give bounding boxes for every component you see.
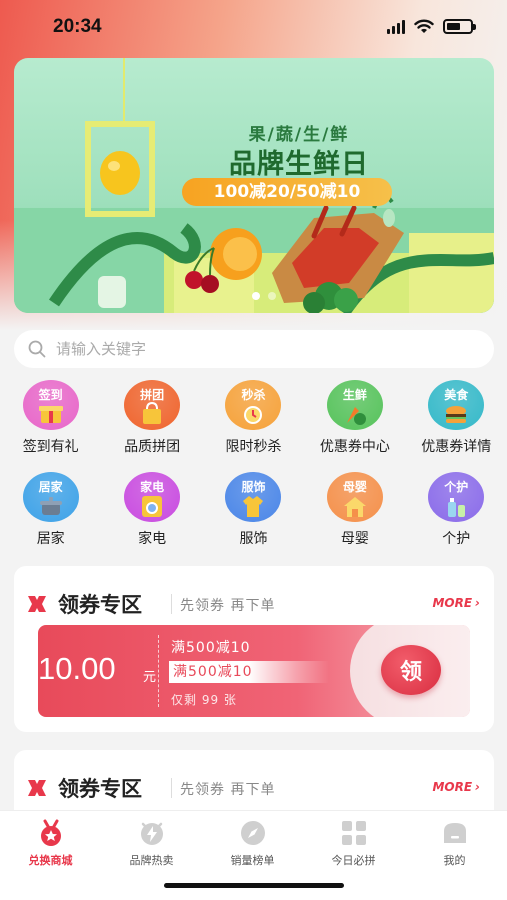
title-divider — [171, 594, 172, 614]
coupon-section-header: 领券专区 先领券 再下单 MORE › — [14, 750, 494, 810]
home-indicator — [164, 883, 344, 888]
coupon-amount: 10.00 — [38, 651, 116, 686]
search-input[interactable] — [56, 340, 456, 358]
shopping-bag-icon: 拼团 — [124, 380, 181, 430]
coupon-unit: 元 — [143, 670, 157, 685]
coupon-section-header: 领券专区 先领券 再下单 MORE › — [14, 566, 494, 626]
chevron-right-icon: › — [475, 780, 480, 794]
section-slogan: 先领券 再下单 — [180, 782, 276, 798]
category-item[interactable]: 签到 签到有礼 — [0, 380, 101, 462]
search-icon — [28, 340, 46, 358]
skincare-bottle-icon: 个护 — [428, 472, 485, 522]
tab-brand-hot[interactable]: 品牌热卖 — [101, 819, 202, 868]
shirt-icon: 服饰 — [225, 472, 282, 522]
baby-home-icon: 母婴 — [326, 472, 383, 522]
category-label: 母婴 — [340, 531, 369, 547]
lightning-badge-icon — [140, 822, 163, 845]
category-item[interactable]: 服饰 服饰 — [203, 472, 304, 554]
category-label: 品质拼团 — [124, 439, 181, 455]
more-label: MORE — [432, 780, 473, 794]
grid-icon — [341, 821, 366, 845]
vegetables-icon: 生鲜 — [326, 380, 383, 430]
section-slogan: 先领券 再下单 — [180, 598, 276, 614]
title-divider — [171, 778, 172, 798]
category-label: 居家 — [36, 531, 65, 547]
coupon-rule: 满500减10 — [171, 640, 251, 656]
category-label: 优惠券中心 — [319, 439, 390, 455]
tab-label: 品牌热卖 — [129, 854, 174, 867]
section-title: 领券专区 — [58, 777, 142, 801]
category-label: 签到有礼 — [22, 439, 79, 455]
category-label: 个护 — [442, 531, 471, 547]
category-grid: 签到 签到有礼 拼团 品质拼团 秒杀 限时秒杀 生鲜 优惠券中心 美食 优惠券详情 居家 居家 家电 家电… — [0, 380, 507, 554]
status-bar: 20:34 — [0, 0, 507, 56]
banner-title: 品牌生鲜日 — [229, 149, 369, 180]
banner-dot[interactable] — [268, 292, 276, 300]
tab-label: 销量榜单 — [230, 854, 275, 867]
category-item[interactable]: 居家 居家 — [0, 472, 101, 554]
coupon-remaining: 仅剩 99 张 — [171, 693, 237, 707]
signal-icon — [387, 19, 405, 34]
profile-card-icon — [443, 823, 466, 843]
coupon-rule-highlight: 满500减10 — [169, 661, 329, 683]
category-item[interactable]: 美食 优惠券详情 — [406, 380, 507, 462]
tab-exchange-mall[interactable]: 兑换商城 — [0, 819, 101, 868]
coupon-section: 领券专区 先领券 再下单 MORE › 10.00 元 满500减10 满500… — [14, 566, 494, 732]
search-bar[interactable] — [14, 330, 494, 368]
more-link[interactable]: MORE › — [432, 780, 480, 794]
cooking-pot-icon: 居家 — [22, 472, 79, 522]
tab-sales-ranking[interactable]: 销量榜单 — [202, 819, 303, 868]
category-item[interactable]: 母婴 母婴 — [304, 472, 405, 554]
tab-mine[interactable]: 我的 — [404, 819, 505, 868]
medal-star-icon — [40, 819, 61, 846]
tab-label: 兑换商城 — [28, 854, 73, 867]
category-item[interactable]: 生鲜 优惠券中心 — [304, 380, 405, 462]
gift-icon: 签到 — [22, 380, 79, 430]
alarm-clock-icon: 秒杀 — [225, 380, 282, 430]
claim-button[interactable]: 领 — [381, 645, 441, 695]
category-label: 服饰 — [239, 531, 268, 547]
coupon-logo-icon — [28, 596, 46, 612]
category-item[interactable]: 个护 个护 — [406, 472, 507, 554]
more-label: MORE — [432, 596, 473, 610]
promo-banner[interactable]: 果/蔬/生/鲜 品牌生鲜日 100减20/50减10 — [14, 58, 494, 313]
chevron-right-icon: › — [475, 596, 480, 610]
banner-promo: 100减20/50减10 — [182, 178, 392, 206]
category-item[interactable]: 家电 家电 — [101, 472, 202, 554]
burger-icon: 美食 — [428, 380, 485, 430]
more-link[interactable]: MORE › — [432, 596, 480, 610]
coupon-logo-icon — [28, 780, 46, 796]
category-item[interactable]: 拼团 品质拼团 — [101, 380, 202, 462]
status-time: 20:34 — [53, 16, 102, 37]
section-title: 领券专区 — [58, 593, 142, 617]
tab-today-group[interactable]: 今日必拼 — [303, 819, 404, 868]
tab-label: 今日必拼 — [331, 854, 376, 867]
tab-label: 我的 — [443, 854, 466, 867]
banner-pagination — [252, 292, 276, 300]
category-label: 限时秒杀 — [225, 439, 282, 455]
compass-icon — [240, 821, 265, 845]
battery-icon — [443, 19, 476, 34]
coupon-separator — [158, 635, 159, 707]
banner-dot[interactable] — [252, 292, 260, 300]
category-label: 优惠券详情 — [421, 439, 492, 455]
washing-machine-icon: 家电 — [124, 472, 181, 522]
wifi-icon — [414, 19, 434, 33]
category-item[interactable]: 秒杀 限时秒杀 — [203, 380, 304, 462]
category-label: 家电 — [138, 531, 167, 547]
status-icons — [387, 19, 476, 34]
